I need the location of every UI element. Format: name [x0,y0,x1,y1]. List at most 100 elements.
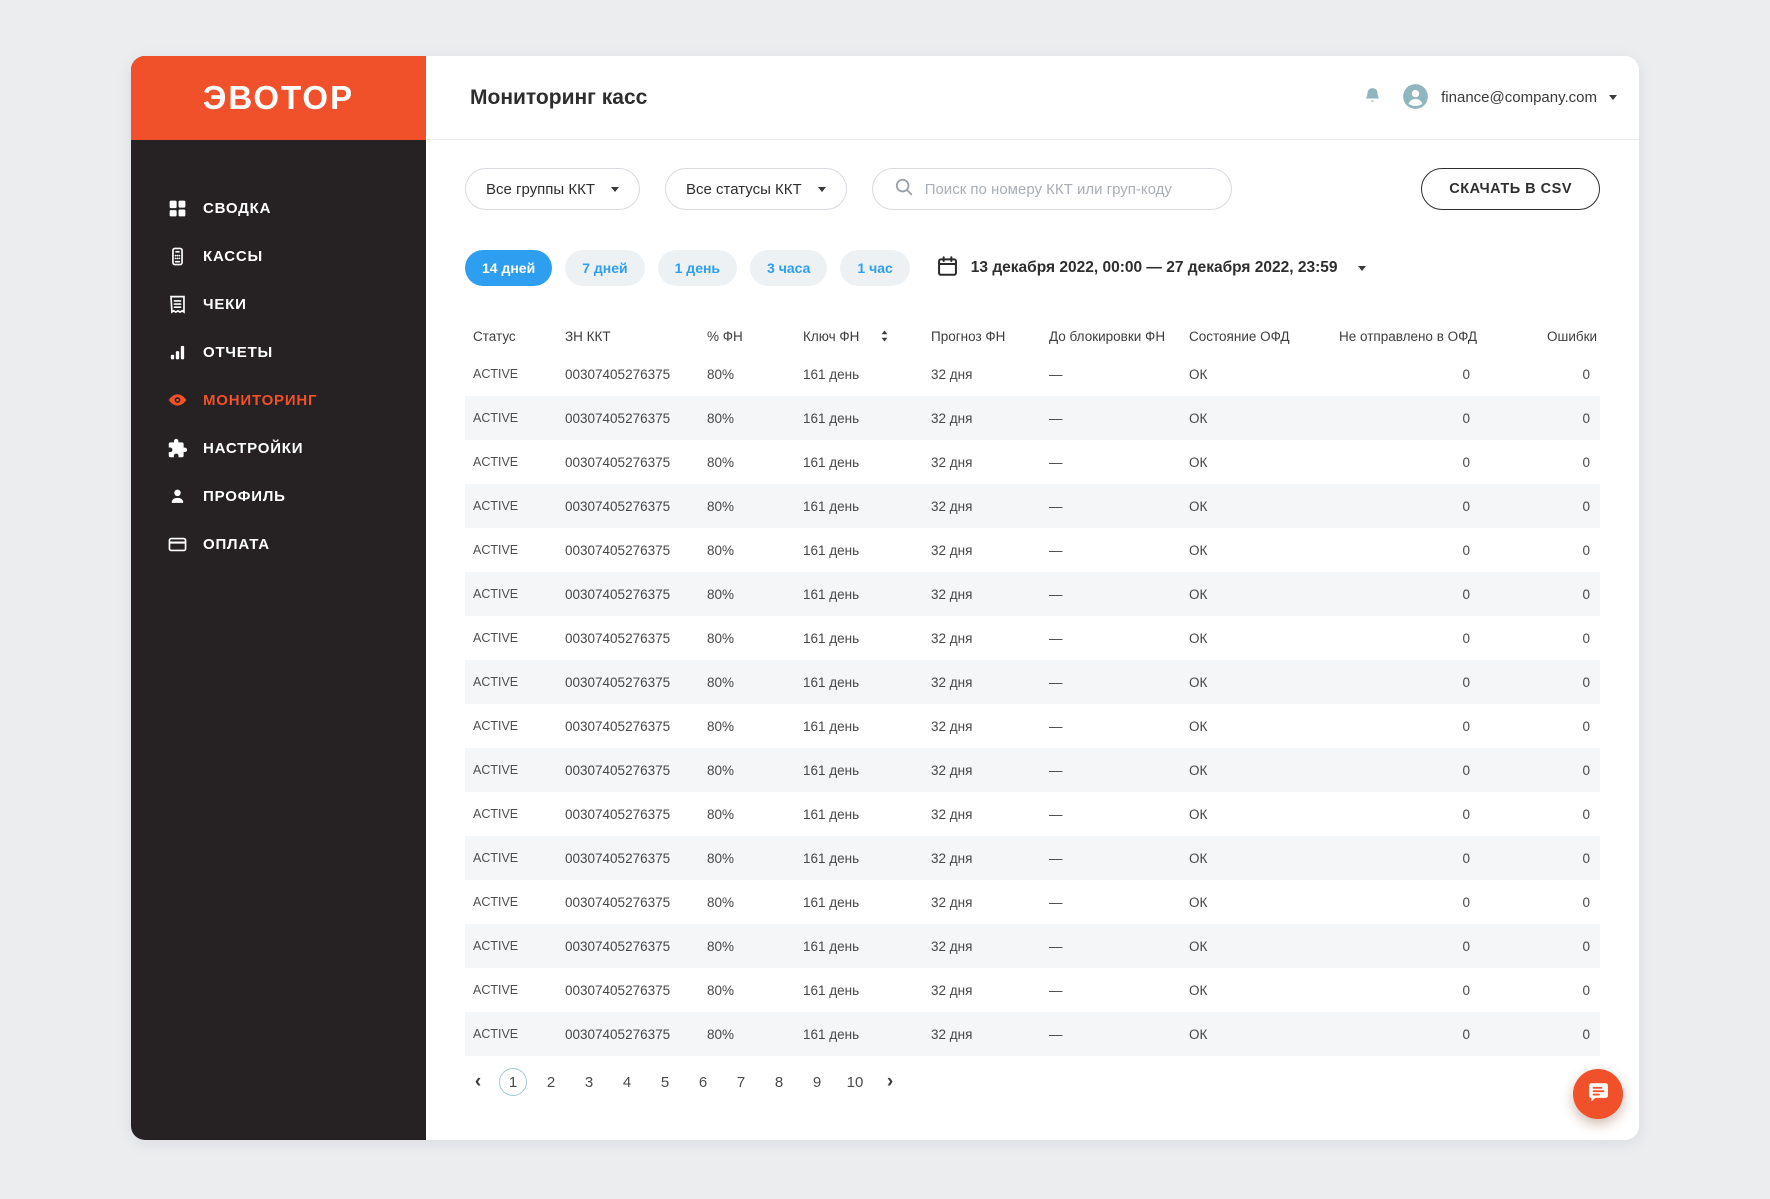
page-number[interactable]: 9 [803,1068,831,1096]
bar-chart-icon [167,342,188,363]
cell-fn-forecast: 32 дня [923,543,1041,558]
cell-serial-number: 00307405276375 [557,543,699,558]
cell-errors: 0 [1480,851,1600,866]
cell-status: ACTIVE [465,719,557,733]
period-chip-3-hours[interactable]: 3 часа [750,250,827,286]
cell-ofd-state: ОК [1181,367,1331,382]
cell-ofd-unsent: 0 [1331,411,1480,426]
cell-ofd-state: ОК [1181,499,1331,514]
column-header-fn-key: Ключ ФН [795,328,923,344]
period-chips: 14 дней 7 дней 1 день 3 часа 1 час [465,250,910,286]
table-row: ACTIVE 00307405276375 80% 161 день 32 дн… [465,1012,1600,1056]
cell-status: ACTIVE [465,1027,557,1041]
cell-ofd-state: ОК [1181,763,1331,778]
chat-fab-button[interactable] [1573,1069,1623,1119]
column-header-errors: Ошибки [1487,329,1607,344]
prev-page-button[interactable]: ‹ [467,1068,489,1096]
cell-fn-percent: 80% [699,895,795,910]
sidebar-item-profile[interactable]: ПРОФИЛЬ [131,472,426,520]
sidebar-item-label: ЧЕКИ [203,296,247,313]
page-number[interactable]: 4 [613,1068,641,1096]
kkt-statuses-dropdown[interactable]: Все статусы ККТ [665,168,847,210]
sidebar-item-cash-registers[interactable]: КАССЫ [131,232,426,280]
cell-errors: 0 [1480,807,1600,822]
period-chip-1-hour[interactable]: 1 час [840,250,909,286]
cell-status: ACTIVE [465,499,557,513]
sidebar-item-label: СВОДКА [203,200,271,217]
kkt-groups-dropdown-label: Все группы ККТ [486,181,595,198]
notifications-button[interactable] [1361,85,1384,111]
date-range-picker[interactable]: 13 декабря 2022, 00:00 — 27 декабря 2022… [936,255,1366,281]
table-row: ACTIVE 00307405276375 80% 161 день 32 дн… [465,748,1600,792]
sidebar-item-reports[interactable]: ОТЧЕТЫ [131,328,426,376]
column-header-fn-percent: % ФН [699,329,795,344]
next-page-button[interactable]: › [879,1068,901,1096]
cell-errors: 0 [1480,587,1600,602]
cell-fn-percent: 80% [699,1027,795,1042]
page-header: Мониторинг касс [426,56,1639,140]
period-chip-14-days[interactable]: 14 дней [465,250,552,286]
page-number[interactable]: 2 [537,1068,565,1096]
cell-fn-percent: 80% [699,587,795,602]
sidebar-item-summary[interactable]: СВОДКА [131,184,426,232]
cell-fn-percent: 80% [699,807,795,822]
page-number[interactable]: 8 [765,1068,793,1096]
cell-fn-forecast: 32 дня [923,631,1041,646]
sidebar: ЭВОТОР СВОДКА [131,56,426,1140]
sidebar-item-monitoring[interactable]: МОНИТОРИНГ [131,376,426,424]
page-number[interactable]: 6 [689,1068,717,1096]
search-input[interactable] [925,181,1211,198]
sort-icon[interactable] [879,328,890,344]
sidebar-item-receipts[interactable]: ЧЕКИ [131,280,426,328]
page-number[interactable]: 1 [499,1068,527,1096]
cell-status: ACTIVE [465,983,557,997]
page-number[interactable]: 7 [727,1068,755,1096]
cell-serial-number: 00307405276375 [557,983,699,998]
cell-errors: 0 [1480,895,1600,910]
cell-ofd-state: ОК [1181,895,1331,910]
column-header-ofd-unsent: Не отправлено в ОФД [1331,329,1487,344]
cell-fn-forecast: 32 дня [923,851,1041,866]
cell-fn-percent: 80% [699,455,795,470]
user-email: finance@company.com [1441,89,1597,106]
download-csv-button[interactable]: СКАЧАТЬ В CSV [1421,168,1600,210]
cell-ofd-unsent: 0 [1331,807,1480,822]
sidebar-item-label: ОПЛАТА [203,536,270,553]
cell-fn-percent: 80% [699,763,795,778]
cell-ofd-unsent: 0 [1331,851,1480,866]
cell-fn-forecast: 32 дня [923,1027,1041,1042]
header-actions: finance@company.com [1361,83,1617,113]
cell-status: ACTIVE [465,895,557,909]
table-row: ACTIVE 00307405276375 80% 161 день 32 дн… [465,836,1600,880]
app-card: ЭВОТОР СВОДКА [131,56,1639,1140]
cell-fn-forecast: 32 дня [923,411,1041,426]
kkt-groups-dropdown[interactable]: Все группы ККТ [465,168,640,210]
cell-serial-number: 00307405276375 [557,499,699,514]
sidebar-item-settings[interactable]: НАСТРОЙКИ [131,424,426,472]
cell-fn-percent: 80% [699,499,795,514]
sidebar-item-payment[interactable]: ОПЛАТА [131,520,426,568]
cell-ofd-state: ОК [1181,939,1331,954]
cell-errors: 0 [1480,631,1600,646]
cell-serial-number: 00307405276375 [557,367,699,382]
page-title: Мониторинг касс [470,86,647,110]
cell-fn-block: — [1041,675,1181,690]
page-number[interactable]: 10 [841,1068,869,1096]
cell-fn-forecast: 32 дня [923,939,1041,954]
cell-ofd-state: ОК [1181,983,1331,998]
chevron-down-icon [818,187,826,192]
cell-status: ACTIVE [465,631,557,645]
cell-fn-block: — [1041,411,1181,426]
cell-ofd-state: ОК [1181,1027,1331,1042]
user-menu[interactable]: finance@company.com [1402,83,1617,113]
period-chip-1-day[interactable]: 1 день [658,250,737,286]
period-chip-7-days[interactable]: 7 дней [565,250,644,286]
cell-fn-key: 161 день [795,499,923,514]
cell-fn-key: 161 день [795,719,923,734]
page-number[interactable]: 3 [575,1068,603,1096]
page-number[interactable]: 5 [651,1068,679,1096]
table-row: ACTIVE 00307405276375 80% 161 день 32 дн… [465,396,1600,440]
cell-fn-block: — [1041,719,1181,734]
cell-fn-key: 161 день [795,587,923,602]
cell-fn-forecast: 32 дня [923,895,1041,910]
